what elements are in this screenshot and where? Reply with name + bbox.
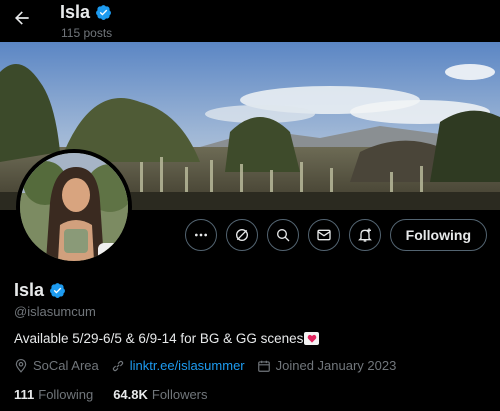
join-date: Joined January 2023 [257,358,397,373]
arrow-left-icon [15,11,29,25]
profile-bio: Available 5/29-6/5 & 6/9-14 for BG & GG … [14,331,320,346]
top-bar: Isla 115 posts [0,0,500,42]
profile-handle: @islasumcum [14,304,96,319]
location-text: SoCal Area [33,358,99,373]
website-link[interactable]: linktr.ee/islasummer [130,358,245,373]
website: linktr.ee/islasummer [111,358,245,373]
followers-count: 64.8K [113,387,148,402]
location-pin-icon [15,358,27,373]
grok-icon [235,229,248,241]
link-icon [112,360,124,371]
following-count: 111 [14,387,35,402]
posts-count: 115 posts [61,26,113,40]
bell-plus-icon [357,228,372,242]
display-name: Isla [14,280,45,300]
back-button[interactable] [10,6,34,30]
avatar[interactable] [16,149,132,265]
profile-actions: Following [184,219,487,251]
following-stat[interactable]: 111 Following [14,387,93,402]
grok-button[interactable] [225,219,258,251]
followers-label: Followers [151,387,208,402]
more-button[interactable] [184,219,217,251]
verified-badge-icon [50,283,65,298]
message-button[interactable] [307,219,340,251]
calendar-icon [257,360,270,372]
more-horizontal-icon [194,233,207,237]
following-button[interactable]: Following [389,219,487,251]
profile-name: Isla [14,280,66,301]
verified-badge-icon [96,5,111,20]
location: SoCal Area [14,358,99,373]
envelope-icon [317,229,331,241]
bio-text: Available 5/29-6/5 & 6/9-14 for BG & GG … [14,331,304,346]
header-name: Isla [60,2,91,22]
avatar-image [20,153,128,261]
header-title: Isla [60,2,112,23]
heart-letter-icon [304,332,320,345]
search-icon [276,229,290,242]
followers-stat[interactable]: 64.8K Followers [113,387,207,402]
following-label: Following [38,387,94,402]
notifications-button[interactable] [348,219,381,251]
join-date-text: Joined January 2023 [275,358,397,373]
search-button[interactable] [266,219,299,251]
profile-meta: SoCal Area linktr.ee/islasummer Joined J… [14,358,396,373]
profile-stats: 111 Following 64.8K Followers [14,387,208,402]
